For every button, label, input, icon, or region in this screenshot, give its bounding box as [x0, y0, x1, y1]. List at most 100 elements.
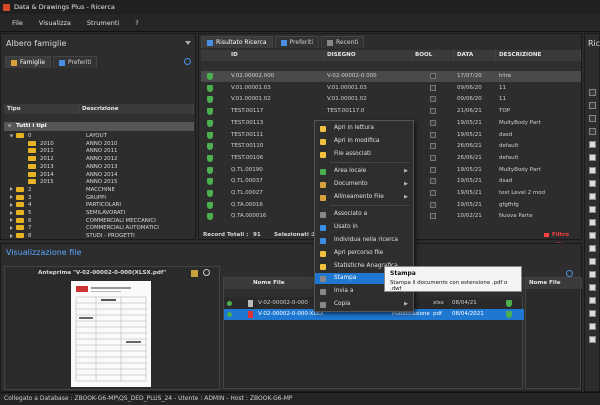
column-id[interactable]: ID [228, 50, 324, 61]
column-bool[interactable]: BOOL [412, 50, 454, 61]
context-menu-item[interactable]: Allineamento File ▶ [315, 192, 413, 203]
family-icon [11, 59, 17, 66]
right-checkbox[interactable] [589, 206, 596, 213]
refresh-icon[interactable] [184, 58, 191, 65]
expand-arrow-icon[interactable] [10, 233, 13, 238]
bool-checkbox[interactable] [430, 143, 436, 150]
table-row[interactable]: V.02.00002.000 V-02-00002-0.000 17/07/20 tr… [201, 71, 581, 82]
cell-data: 19/05/21 [457, 190, 482, 196]
context-menu-item[interactable]: Copia ▶ [315, 299, 413, 310]
file-icon [248, 300, 253, 307]
context-menu-item[interactable]: Associato a [315, 209, 413, 220]
menu-bar: File Visualizza Strumenti ? [0, 14, 600, 32]
tab-famiglie[interactable]: Famiglie [5, 56, 51, 68]
tab-preferiti-results[interactable]: Preferiti [274, 36, 320, 48]
right-checkbox[interactable] [589, 89, 596, 96]
preview-panel-title: Visualizzazione file [6, 248, 82, 257]
tab-recenti[interactable]: Recenti [321, 36, 365, 48]
bool-checkbox[interactable] [430, 154, 436, 161]
right-checkbox[interactable] [589, 154, 596, 161]
column-disegno[interactable]: DISEGNO [324, 50, 412, 61]
tree-root[interactable]: Tutti i tipi [4, 122, 194, 131]
preview-zoom-icon[interactable] [203, 269, 210, 276]
menu-help[interactable]: ? [135, 19, 138, 27]
bool-checkbox[interactable] [430, 131, 436, 138]
table-row[interactable]: TEST.00117 TEST.00117.0 21/06/21 TOP [201, 106, 581, 117]
submenu-arrow-icon: ▶ [404, 301, 408, 307]
expand-arrow-icon[interactable] [10, 202, 13, 207]
cell-id: Q.TA.00016 [231, 201, 263, 208]
tree-tabs: Famiglie Preferiti [5, 56, 193, 68]
tree-filter-row[interactable] [4, 114, 194, 122]
context-menu-item[interactable]: Area locale ▶ [315, 166, 413, 177]
results-filter-row[interactable] [201, 61, 581, 70]
right-checkbox[interactable] [589, 284, 596, 291]
right-checkbox[interactable] [589, 245, 596, 252]
tree-panel-arrow-icon[interactable] [185, 41, 191, 45]
right-checkbox[interactable] [589, 336, 596, 343]
bool-checkbox[interactable] [430, 84, 436, 91]
menu-strumenti[interactable]: Strumenti [87, 19, 119, 27]
context-menu-item[interactable]: Apri in lettura [315, 123, 413, 134]
document-thumbnail[interactable] [71, 281, 151, 387]
right-checkbox[interactable] [589, 323, 596, 330]
record-total-value: 91 [253, 232, 261, 238]
expand-arrow-icon[interactable] [10, 218, 13, 223]
context-menu-item[interactable]: Usato in [315, 222, 413, 233]
bool-checkbox[interactable] [430, 96, 436, 103]
right-checkbox[interactable] [589, 193, 596, 200]
expand-arrow-icon[interactable] [10, 210, 13, 215]
filter-active-icon[interactable] [544, 233, 549, 237]
menu-visualizza[interactable]: Visualizza [39, 19, 71, 27]
bool-checkbox[interactable] [430, 166, 436, 173]
status-bar: Collegato a Database : ZBOOK-G6-MP\QS_DE… [0, 392, 600, 405]
context-menu-item[interactable]: Documento ▶ [315, 179, 413, 190]
bool-checkbox[interactable] [430, 73, 436, 79]
context-menu-item[interactable]: Apri percorso file [315, 248, 413, 259]
right-checkbox[interactable] [589, 102, 596, 109]
context-menu-item[interactable]: File associati [315, 149, 413, 160]
bool-checkbox[interactable] [430, 213, 436, 220]
right-checkbox[interactable] [589, 258, 596, 265]
preview-save-icon[interactable] [191, 270, 198, 277]
column-data[interactable]: DATA [454, 50, 496, 61]
right-checkbox[interactable] [589, 115, 596, 122]
right-checkbox[interactable] [589, 128, 596, 135]
expand-arrow-icon[interactable] [9, 134, 14, 137]
table-row[interactable]: V.01.00001.03 V.01.00001.03 09/06/20 11 [201, 83, 581, 94]
bool-checkbox[interactable] [430, 108, 436, 115]
context-menu-item[interactable]: Individua nella ricerca [315, 235, 413, 246]
expand-arrow-icon[interactable] [10, 225, 13, 230]
folder-icon [28, 140, 36, 146]
right-checkbox[interactable] [589, 271, 596, 278]
file-status-dot [227, 312, 232, 317]
right-checkbox[interactable] [589, 219, 596, 226]
expand-arrow-icon[interactable] [10, 195, 13, 200]
column-nome-file-2[interactable]: Nome File [526, 278, 582, 289]
bool-checkbox[interactable] [430, 190, 436, 196]
cell-data: 19/05/21 [457, 201, 482, 208]
bool-checkbox[interactable] [430, 201, 436, 208]
tab-risultato-ricerca[interactable]: Risultato Ricerca [201, 36, 273, 48]
right-checkbox[interactable] [589, 310, 596, 317]
column-descrizione[interactable]: DESCRIZIONE [496, 50, 581, 61]
menu-file[interactable]: File [12, 19, 23, 27]
right-checkbox[interactable] [589, 141, 596, 148]
files-refresh-icon[interactable] [566, 270, 573, 277]
right-checkbox[interactable] [589, 167, 596, 174]
bool-checkbox[interactable] [430, 119, 436, 126]
table-row[interactable]: V.01.00001.02 V.01.00001.02 09/06/20 11 [201, 94, 581, 105]
right-checkbox[interactable] [589, 180, 596, 187]
bool-checkbox[interactable] [430, 178, 436, 185]
tab-preferiti[interactable]: Preferiti [52, 56, 98, 68]
cell-descrizione: 11 [499, 84, 506, 91]
expand-arrow-icon[interactable] [10, 187, 13, 192]
right-checkbox[interactable] [589, 232, 596, 239]
context-menu-label: Apri percorso file [334, 250, 384, 256]
context-menu-item[interactable]: Apri in modifica [315, 136, 413, 147]
tree-row[interactable]: 8 STUDI - PROGETTI [4, 232, 194, 242]
cell-id: Q.TA.000016 [231, 213, 267, 220]
star-icon [58, 59, 65, 66]
right-checkbox[interactable] [589, 297, 596, 304]
expand-arrow-icon[interactable] [7, 124, 12, 127]
